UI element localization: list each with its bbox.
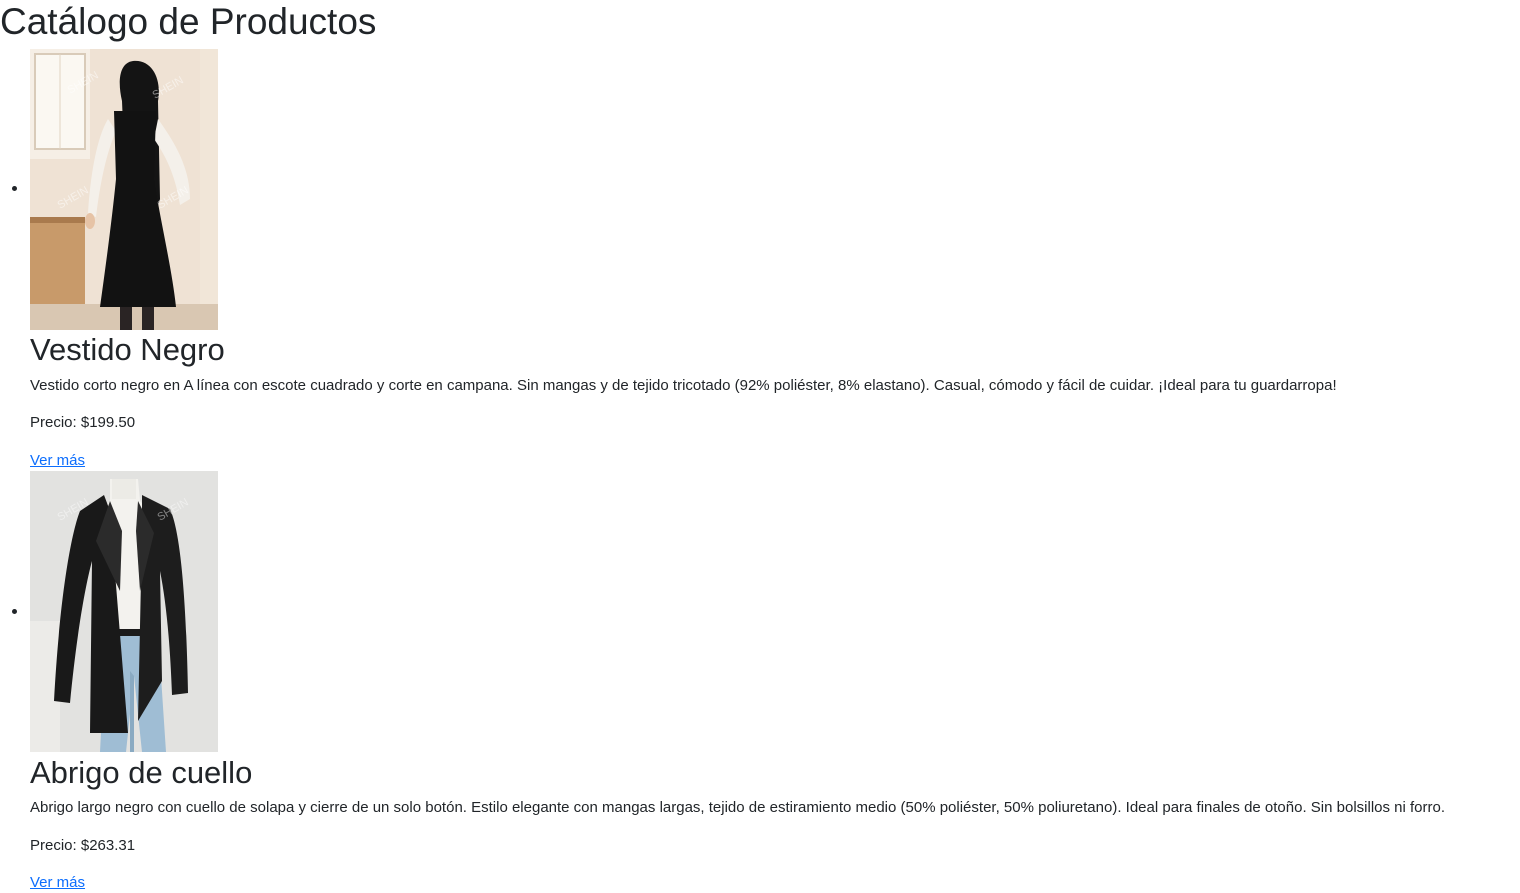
product-image-dress: SHEIN SHEIN SHEIN SHEIN [30,49,218,330]
list-bullet [12,186,17,191]
product-price: Precio: $263.31 [30,837,136,854]
product-price: Precio: $199.50 [30,414,136,431]
product-description: Vestido corto negro en A línea con escot… [30,377,1337,394]
see-more-link[interactable]: Ver más [30,451,85,471]
product-description: Abrigo largo negro con cuello de solapa … [30,799,1446,816]
product-name: Vestido Negro [30,332,225,367]
product-item: SHEIN SHEIN Abrigo de cuello Abrigo larg… [12,471,1510,893]
product-image-coat: SHEIN SHEIN [30,471,218,752]
see-more-link[interactable]: Ver más [30,873,85,893]
product-name: Abrigo de cuello [30,755,253,790]
page-title: Catálogo de Productos [0,1,377,42]
list-bullet [12,609,17,614]
product-item: SHEIN SHEIN SHEIN SHEIN Vestido Negro Ve… [12,49,1510,474]
